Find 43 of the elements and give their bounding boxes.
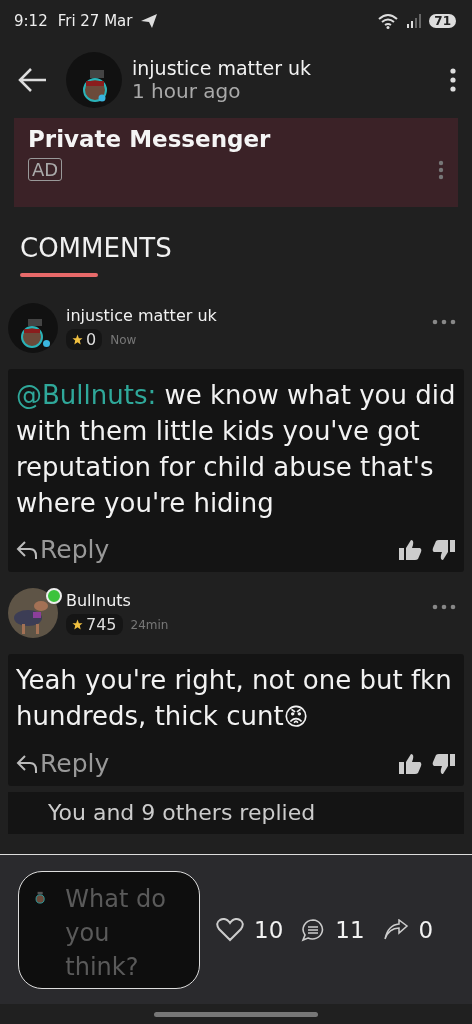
comments-heading: COMMENTS xyxy=(20,233,172,263)
signal-icon xyxy=(407,14,422,28)
status-time: 9:12 xyxy=(14,12,48,30)
reply-arrow-icon xyxy=(16,753,38,774)
heart-icon[interactable] xyxy=(216,917,244,942)
star-icon xyxy=(72,334,83,345)
author-name[interactable]: injustice matter uk xyxy=(132,57,432,79)
share-icon[interactable] xyxy=(382,918,409,941)
comment-time: Now xyxy=(110,332,137,347)
battery-level: 71 xyxy=(429,14,456,28)
ad-title: Private Messenger xyxy=(28,126,272,152)
post-time: 1 hour ago xyxy=(132,79,242,103)
points-badge: 0 xyxy=(66,329,103,350)
wifi-icon xyxy=(377,13,400,29)
comment-text: @Bullnuts: we know what you did with them little kids you've got reputation for child abuse that's where you're hiding xyxy=(16,379,456,520)
status-date: Fri 27 Mar xyxy=(57,12,133,30)
star-icon xyxy=(72,619,83,630)
thumbs-down-icon[interactable] xyxy=(432,538,456,561)
comments-count: 11 xyxy=(335,916,365,943)
thumbs-down-icon[interactable] xyxy=(432,752,456,775)
reply-button[interactable]: Reply xyxy=(16,535,110,564)
input-placeholder: What do you think? xyxy=(65,883,167,983)
comment-text: Yeah you're right, not one but fkn hundreds, thick cunt😡 xyxy=(16,664,453,733)
home-indicator[interactable] xyxy=(154,1011,318,1017)
commenter-name[interactable]: Bullnuts xyxy=(66,591,424,610)
mention-link[interactable]: @Bullnuts: xyxy=(16,380,157,410)
reply-arrow-icon xyxy=(16,539,38,560)
thumbs-up-icon[interactable] xyxy=(398,752,422,775)
thumbs-up-icon[interactable] xyxy=(398,538,422,561)
ad-banner[interactable]: Private Messenger AD xyxy=(14,118,458,207)
likes-count: 10 xyxy=(254,916,284,943)
replies-card[interactable]: You and 9 others replied xyxy=(8,792,464,834)
reply-button[interactable]: Reply xyxy=(16,749,110,778)
replies-summary: You and 9 others replied xyxy=(48,800,316,825)
back-arrow-icon[interactable] xyxy=(18,67,48,93)
more-options-icon[interactable] xyxy=(450,68,456,92)
comment-time: 24min xyxy=(130,617,169,632)
send-icon xyxy=(140,13,159,29)
ad-label: AD xyxy=(28,158,63,181)
points-badge: 745 xyxy=(66,614,123,635)
commenter-name[interactable]: injustice matter uk xyxy=(66,306,424,325)
shares-count: 0 xyxy=(418,916,434,943)
comment-icon[interactable] xyxy=(301,917,326,942)
